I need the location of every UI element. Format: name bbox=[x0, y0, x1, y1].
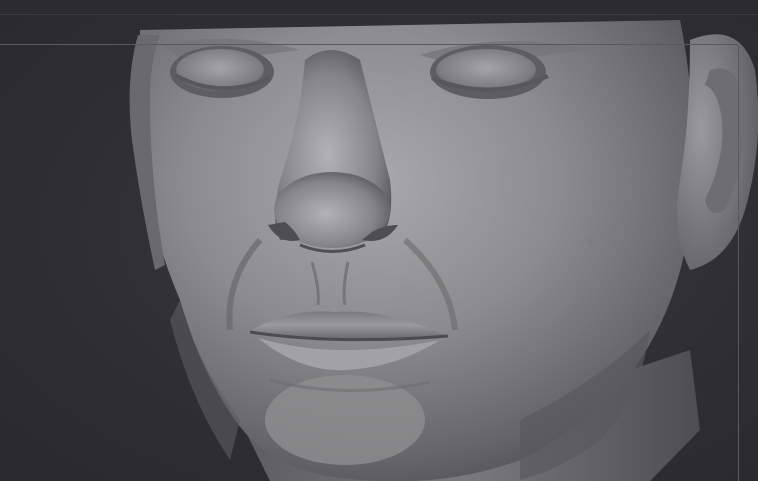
app-window bbox=[0, 0, 758, 481]
sculpt-viewport[interactable] bbox=[0, 15, 758, 481]
crosshair-icon bbox=[586, 237, 596, 247]
sculpted-head-model bbox=[129, 20, 758, 481]
top-bar bbox=[0, 0, 758, 15]
